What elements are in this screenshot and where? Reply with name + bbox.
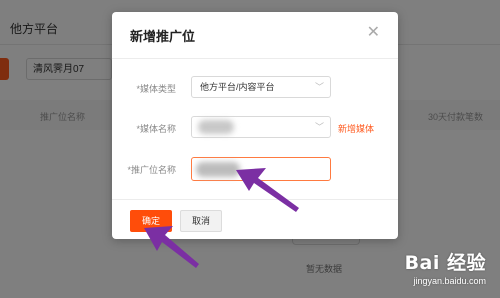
baidu-jingyan-watermark: Bai 经验 jingyan.baidu.com (405, 248, 486, 286)
arrow-to-input (236, 168, 299, 212)
watermark-url: jingyan.baidu.com (413, 276, 486, 286)
watermark-logo: Bai 经验 (404, 252, 486, 274)
arrow-to-confirm (144, 226, 199, 268)
